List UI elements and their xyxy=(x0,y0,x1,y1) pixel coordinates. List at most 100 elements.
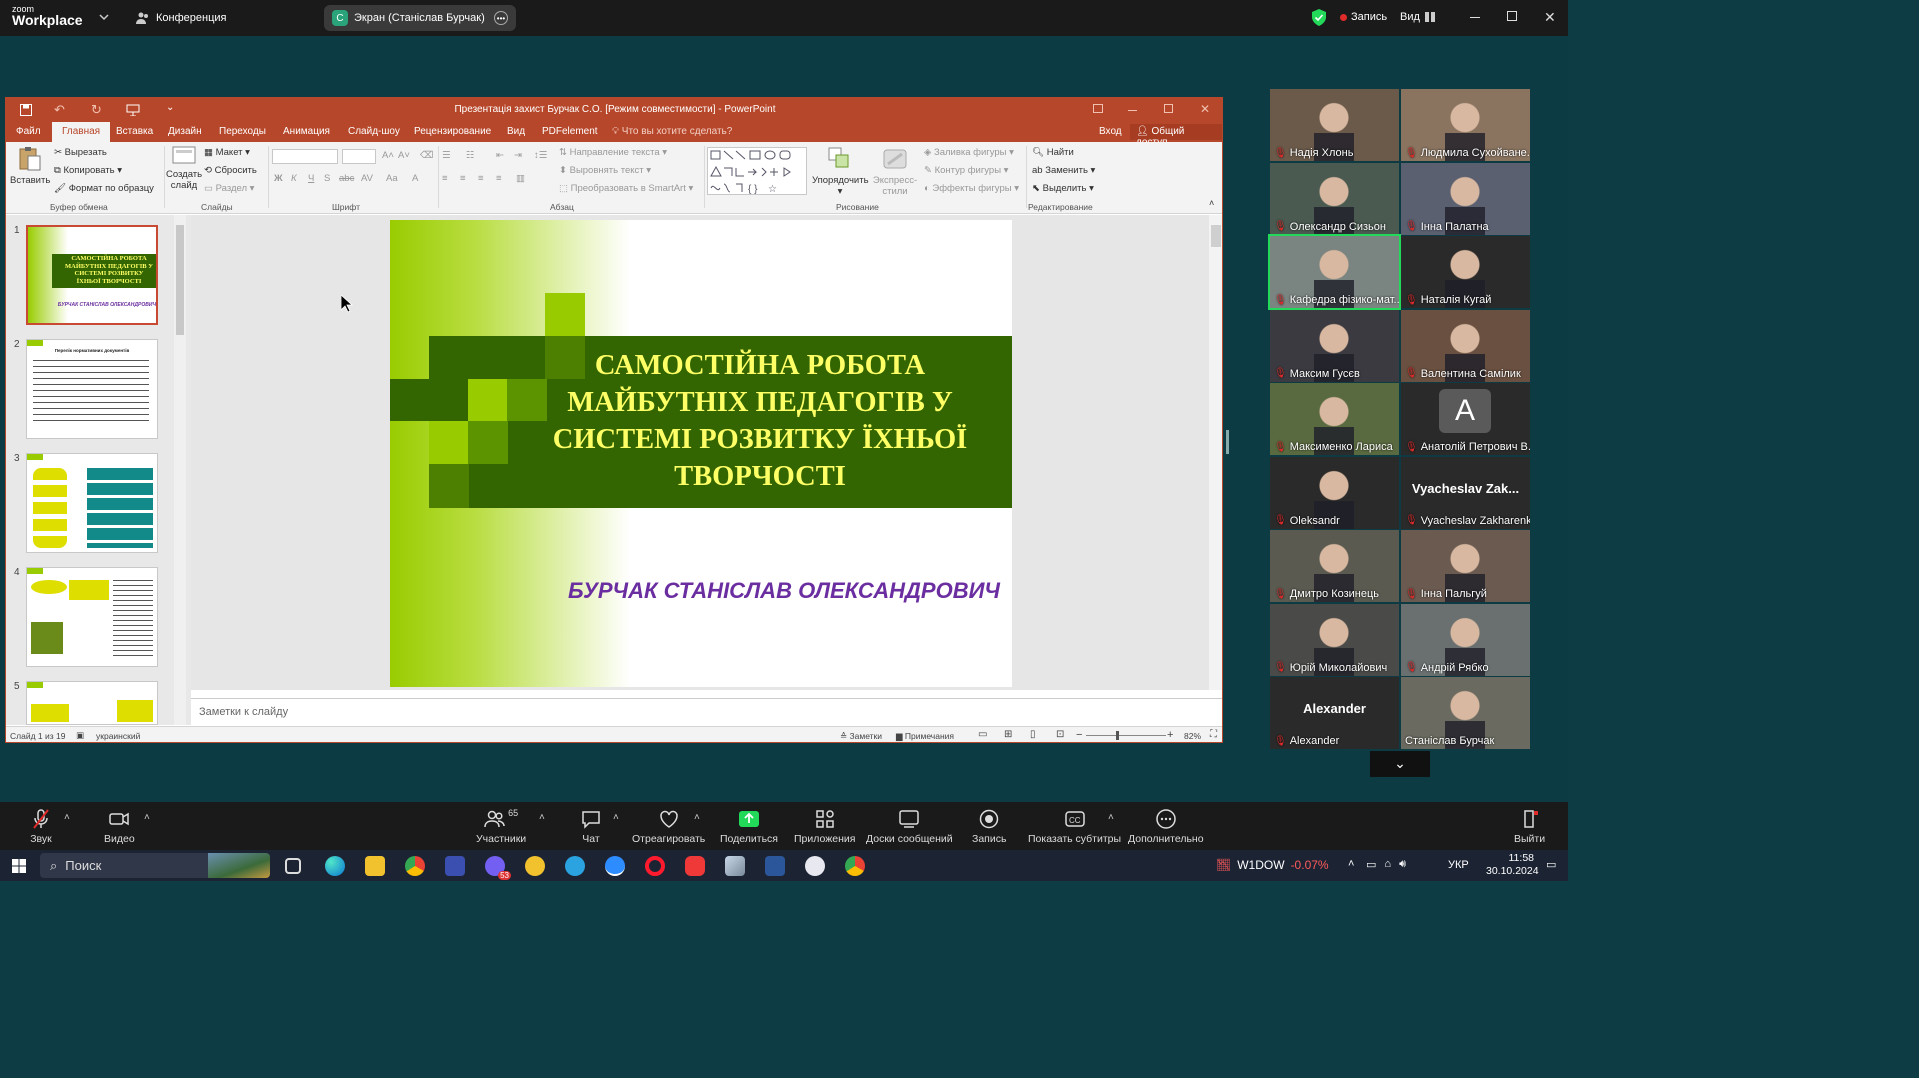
save-app-icon[interactable] xyxy=(445,856,465,876)
align-left-icon[interactable]: ≡ xyxy=(442,173,448,184)
participant-tile[interactable]: 🎙︎ Максименко Лариса xyxy=(1270,383,1399,455)
battery-icon[interactable]: ▭ xyxy=(1366,858,1376,871)
editor-scrollbar[interactable] xyxy=(1209,215,1222,690)
normal-view-icon[interactable]: ▭ xyxy=(978,729,987,740)
audio-button[interactable]: Звук xyxy=(30,808,52,845)
opera-icon[interactable] xyxy=(645,856,665,876)
network-icon[interactable]: ⌂ xyxy=(1384,858,1391,871)
view-button[interactable]: Вид xyxy=(1400,11,1435,23)
settings-app-icon[interactable] xyxy=(805,856,825,876)
tell-me-search[interactable]: 💡︎ Что вы хотите сделать? xyxy=(612,126,732,137)
word-icon[interactable] xyxy=(765,856,785,876)
strikethrough-icon[interactable]: abc xyxy=(339,173,354,184)
change-case-icon[interactable]: Aa xyxy=(386,173,398,184)
reset-button[interactable]: ⟲ Сбросить xyxy=(204,165,257,176)
sign-in-link[interactable]: Вход xyxy=(1099,126,1122,137)
section-button[interactable]: ▭ Раздел ▾ xyxy=(204,183,254,194)
zoom-level[interactable]: 82% xyxy=(1184,731,1201,741)
slide-thumbnail-2[interactable]: Перелік нормативних документів xyxy=(26,339,158,439)
font-color-icon[interactable]: A xyxy=(412,173,418,184)
recording-indicator[interactable]: Запись xyxy=(1340,11,1387,23)
shape-outline-button[interactable]: ✎ Контур фигуры ▾ xyxy=(924,165,1008,176)
participant-tile[interactable]: 🎙︎ Валентина Самілик xyxy=(1401,309,1530,382)
shape-effects-button[interactable]: ◐ Эффекты фигуры ▾ xyxy=(924,183,1019,194)
align-text-button[interactable]: ⬍ Выровнять текст ▾ xyxy=(559,165,651,176)
justify-icon[interactable]: ≡ xyxy=(496,173,502,184)
tab-pdfelement[interactable]: PDFelement xyxy=(542,126,598,137)
react-options-caret[interactable]: ˄ xyxy=(694,812,700,823)
font-size-input[interactable] xyxy=(342,149,376,164)
grow-font-icon[interactable]: A˄ xyxy=(382,150,394,161)
participant-tile[interactable]: 🎙︎ Інна Пальгуй xyxy=(1401,530,1530,602)
stock-widget[interactable]: 📉︎ W1DOW -0.07% xyxy=(1216,858,1329,872)
chat-button[interactable]: Чат xyxy=(580,808,602,845)
language-indicator[interactable]: украинский xyxy=(96,731,140,741)
participants-options-caret[interactable]: ˄ xyxy=(539,812,545,823)
ppt-close-icon[interactable]: ✕ xyxy=(1200,102,1210,116)
split-handle[interactable] xyxy=(1226,430,1229,454)
text-direction-button[interactable]: ⇅ Направление текста ▾ xyxy=(559,147,667,158)
windows-start-icon[interactable] xyxy=(12,859,26,876)
zoom-app-icon[interactable] xyxy=(605,856,625,876)
tab-slideshow[interactable]: Слайд-шоу xyxy=(348,126,400,137)
volume-icon[interactable]: 🔊︎ xyxy=(1399,858,1406,871)
chevron-down-icon[interactable] xyxy=(98,11,110,23)
bullets-icon[interactable]: ☰ xyxy=(442,150,451,161)
apps-button[interactable]: Приложения xyxy=(794,808,855,845)
slideshow-view-icon[interactable]: ⊡ xyxy=(1056,729,1064,740)
shapes-gallery[interactable]: { } ☆ xyxy=(707,147,807,195)
indent-increase-icon[interactable]: ⇥ xyxy=(514,150,522,161)
tab-file[interactable]: Файл xyxy=(16,126,41,137)
telegram-icon[interactable] xyxy=(565,856,585,876)
slide-thumbnail-4[interactable] xyxy=(26,567,158,667)
meeting-info-button[interactable]: Конференция xyxy=(128,5,234,31)
video-button[interactable]: Видео xyxy=(104,808,135,845)
participant-tile[interactable]: A 🎙︎ Анатолій Петрович В... xyxy=(1401,383,1530,455)
columns-icon[interactable]: ▥ xyxy=(516,173,525,184)
tab-insert[interactable]: Вставка xyxy=(116,126,153,137)
arrange-button[interactable]: Упорядочить ▾ xyxy=(812,146,869,197)
chrome-profile-icon[interactable] xyxy=(845,856,865,876)
smartart-button[interactable]: ⬚ Преобразовать в SmartArt ▾ xyxy=(559,183,693,194)
notifications-icon[interactable]: ▭ xyxy=(1546,858,1556,871)
share-screen-button[interactable]: Поделиться xyxy=(720,808,778,845)
leave-button[interactable]: Выйти xyxy=(1514,808,1545,845)
tab-transitions[interactable]: Переходы xyxy=(219,126,266,137)
align-center-icon[interactable]: ≡ xyxy=(460,173,466,184)
tab-animations[interactable]: Анимация xyxy=(283,126,330,137)
shield-icon[interactable] xyxy=(1312,9,1326,29)
line-spacing-icon[interactable]: ↕☰ xyxy=(534,150,547,161)
viber-icon[interactable]: 53 xyxy=(485,856,511,880)
shrink-font-icon[interactable]: A˅ xyxy=(398,150,410,161)
tab-design[interactable]: Дизайн xyxy=(168,126,202,137)
more-button[interactable]: Дополнительно xyxy=(1128,808,1204,845)
participant-tile[interactable]: 🎙︎ Дмитро Козинець xyxy=(1270,530,1399,602)
participants-button[interactable]: 65 Участники xyxy=(476,808,526,845)
chrome-icon[interactable] xyxy=(405,856,425,876)
font-name-input[interactable] xyxy=(272,149,338,164)
restore-icon[interactable] xyxy=(1507,11,1517,21)
new-slide-button[interactable]: Создать слайд xyxy=(166,146,202,191)
close-icon[interactable]: ✕ xyxy=(1544,9,1556,26)
editor-scroll-thumb[interactable] xyxy=(1211,225,1221,247)
ppt-restore-icon[interactable] xyxy=(1164,104,1173,113)
participant-tile[interactable]: 🎙︎ Максим Гусєв xyxy=(1270,309,1399,382)
explorer-icon[interactable] xyxy=(365,856,385,876)
indent-decrease-icon[interactable]: ⇤ xyxy=(496,150,504,161)
participant-tile[interactable]: Alexander 🎙︎ Alexander xyxy=(1270,677,1399,749)
participant-tile[interactable]: 🎙︎ Юрій Миколайович xyxy=(1270,603,1399,676)
vivaldi-icon[interactable] xyxy=(685,856,705,876)
zoom-out-icon[interactable]: − xyxy=(1076,729,1082,741)
notes-toggle[interactable]: ≙ Заметки xyxy=(840,731,882,742)
shape-fill-button[interactable]: ◈ Заливка фигуры ▾ xyxy=(924,147,1014,158)
chat-options-caret[interactable]: ˄ xyxy=(613,812,619,823)
warning-app-icon[interactable] xyxy=(525,856,545,876)
collapse-ribbon-icon[interactable]: ˄ xyxy=(1209,198,1214,208)
video-options-caret[interactable]: ˄ xyxy=(144,812,150,823)
record-button[interactable]: Запись xyxy=(972,808,1006,845)
copy-button[interactable]: ⧉ Копировать ▾ xyxy=(54,165,122,176)
underline-icon[interactable]: Ч xyxy=(308,173,314,184)
participant-tile[interactable]: 🎙︎ Кафедра фізико-мат... xyxy=(1268,234,1401,310)
participant-tile[interactable]: 🎙︎ Надія Хлонь xyxy=(1270,89,1399,161)
more-options-icon[interactable]: ••• xyxy=(494,11,508,25)
